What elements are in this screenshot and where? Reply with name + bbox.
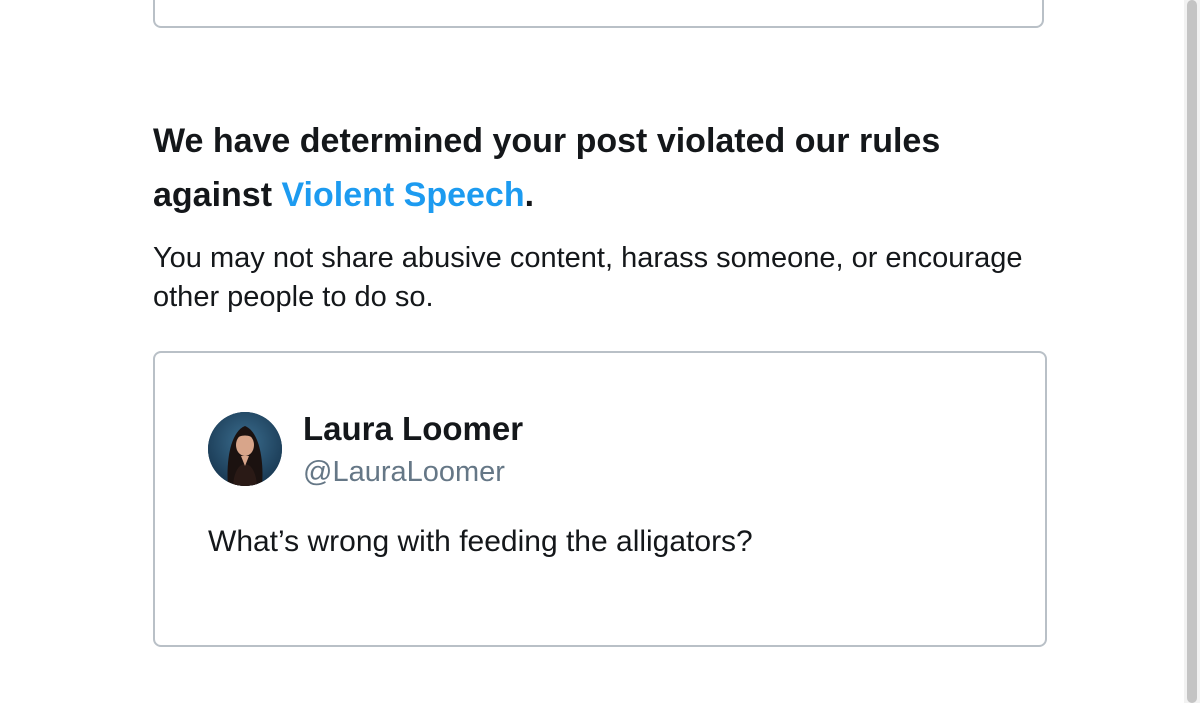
scrollbar-thumb[interactable] xyxy=(1187,0,1197,703)
rule-link[interactable]: Violent Speech xyxy=(281,176,524,214)
author-handle[interactable]: @LauraLoomer xyxy=(303,456,505,489)
previous-card xyxy=(153,0,1044,28)
violation-description: You may not share abusive content, haras… xyxy=(153,242,1023,313)
avatar xyxy=(208,412,282,486)
heading-period: . xyxy=(524,176,535,214)
tweet-card: Laura Loomer @LauraLoomer What’s wrong w… xyxy=(153,351,1047,647)
violation-heading-text: We have determined your post violated ou… xyxy=(153,122,941,214)
violation-heading: We have determined your post violated ou… xyxy=(153,114,1053,222)
tweet-text: What’s wrong with feeding the alligators… xyxy=(208,525,753,558)
avatar-image xyxy=(208,412,282,486)
author-name[interactable]: Laura Loomer xyxy=(303,410,523,448)
scrollbar[interactable] xyxy=(1184,0,1200,703)
